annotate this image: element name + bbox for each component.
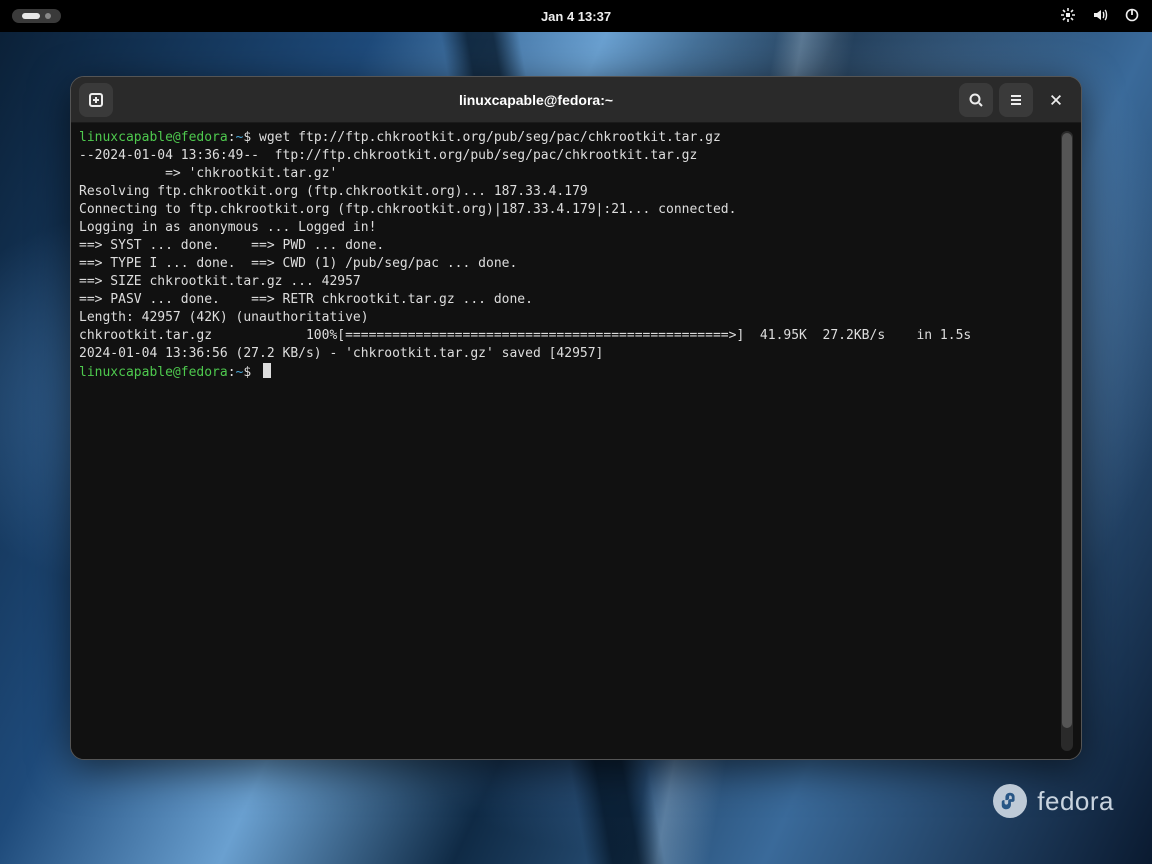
volume-icon [1092,7,1108,26]
menu-button[interactable] [999,83,1033,117]
workspace-indicator-dot [45,13,51,19]
system-status-area[interactable] [1060,7,1140,26]
activities-button[interactable] [12,9,61,23]
fedora-watermark: fedora [993,784,1114,818]
fedora-watermark-text: fedora [1037,786,1114,817]
terminal-cursor [263,363,271,378]
scrollbar-thumb[interactable] [1062,133,1072,728]
window-titlebar[interactable]: linuxcapable@fedora:~ [71,77,1081,123]
search-button[interactable] [959,83,993,117]
terminal-body[interactable]: linuxcapable@fedora:~$ wget ftp://ftp.ch… [71,123,1081,759]
clock[interactable]: Jan 4 13:37 [541,9,611,24]
close-button[interactable] [1039,83,1073,117]
network-icon [1060,7,1076,26]
terminal-window: linuxcapable@fedora:~ linuxcapable@fedor… [70,76,1082,760]
workspace-indicator-active [22,13,40,19]
gnome-topbar: Jan 4 13:37 [0,0,1152,32]
fedora-logo-icon [993,784,1027,818]
new-tab-button[interactable] [79,83,113,117]
window-title: linuxcapable@fedora:~ [121,92,951,108]
terminal-content[interactable]: linuxcapable@fedora:~$ wget ftp://ftp.ch… [77,129,1059,753]
scrollbar[interactable] [1061,131,1073,751]
power-icon [1124,7,1140,26]
